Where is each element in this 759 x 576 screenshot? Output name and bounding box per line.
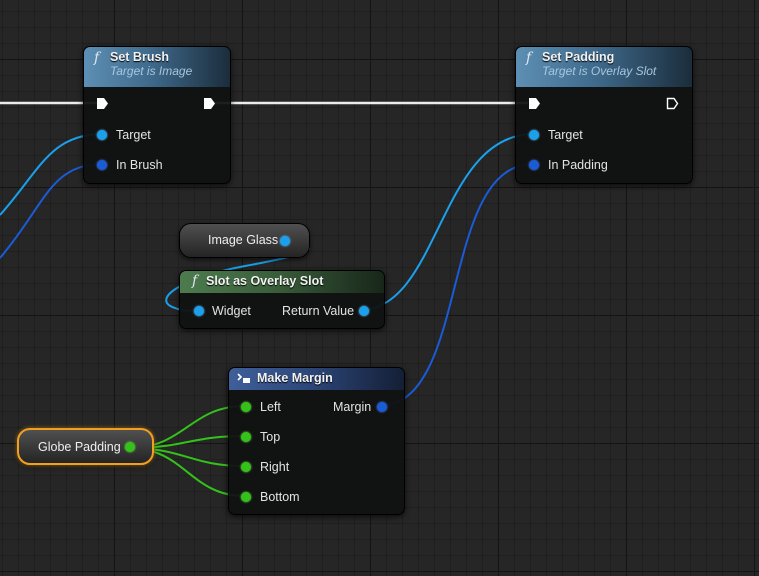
target-pin[interactable]	[529, 130, 539, 140]
return-value-label: Return Value	[282, 304, 355, 318]
set-padding-header[interactable]: f Set Padding Target is Overlay Slot	[516, 47, 692, 87]
target-pin[interactable]	[97, 130, 107, 140]
exec-in-pin[interactable]	[96, 97, 109, 110]
function-icon: f	[192, 273, 198, 289]
globe-padding-output-pin[interactable]	[125, 442, 135, 452]
widget-pin[interactable]	[194, 306, 204, 316]
set-padding-node[interactable]: f Set Padding Target is Overlay Slot Tar…	[515, 46, 693, 184]
set-brush-header[interactable]: f Set Brush Target is Image	[84, 47, 230, 87]
set-padding-title: Set Padding	[542, 50, 615, 64]
globe-padding-variable-node[interactable]: Globe Padding	[17, 428, 154, 465]
set-brush-title: Set Brush	[110, 50, 170, 64]
right-label: Right	[260, 460, 290, 474]
make-margin-header[interactable]: Make Margin	[229, 368, 404, 390]
make-struct-icon	[237, 373, 250, 383]
slot-as-overlay-slot-node[interactable]: f Slot as Overlay Slot Widget Return Val…	[179, 270, 385, 329]
slot-as-overlay-slot-title: Slot as Overlay Slot	[206, 274, 324, 288]
make-margin-title: Make Margin	[257, 371, 333, 385]
function-icon: f	[94, 50, 100, 66]
return-value-pin[interactable]	[359, 306, 369, 316]
in-brush-label: In Brush	[116, 158, 163, 172]
bottom-pin[interactable]	[241, 492, 251, 502]
in-padding-pin[interactable]	[529, 160, 539, 170]
target-label: Target	[116, 128, 151, 142]
wire-return-value-to-target	[362, 133, 534, 311]
top-pin[interactable]	[241, 432, 251, 442]
exec-out-pin[interactable]	[203, 97, 216, 110]
image-glass-variable-node[interactable]: Image Glass	[179, 223, 310, 258]
globe-padding-label: Globe Padding	[38, 440, 121, 454]
widget-label: Widget	[212, 304, 251, 318]
set-brush-node[interactable]: f Set Brush Target is Image Target In Br…	[83, 46, 231, 184]
target-label: Target	[548, 128, 583, 142]
slot-as-overlay-slot-header[interactable]: f Slot as Overlay Slot	[180, 271, 384, 293]
exec-in-pin[interactable]	[528, 97, 541, 110]
in-padding-label: In Padding	[548, 158, 608, 172]
image-glass-output-pin[interactable]	[280, 236, 290, 246]
make-margin-node[interactable]: Make Margin Left Top Right Bottom Margin	[228, 367, 405, 515]
exec-out-pin[interactable]	[666, 97, 679, 110]
left-label: Left	[260, 400, 281, 414]
bottom-label: Bottom	[260, 490, 300, 504]
top-label: Top	[260, 430, 281, 444]
right-pin[interactable]	[241, 462, 251, 472]
image-glass-label: Image Glass	[208, 233, 279, 247]
margin-output-pin[interactable]	[377, 402, 387, 412]
set-brush-subtitle: Target is Image	[110, 64, 193, 78]
margin-label: Margin	[333, 400, 372, 414]
in-brush-pin[interactable]	[97, 160, 107, 170]
set-padding-subtitle: Target is Overlay Slot	[542, 64, 657, 78]
left-pin[interactable]	[241, 402, 251, 412]
function-icon: f	[526, 50, 532, 66]
